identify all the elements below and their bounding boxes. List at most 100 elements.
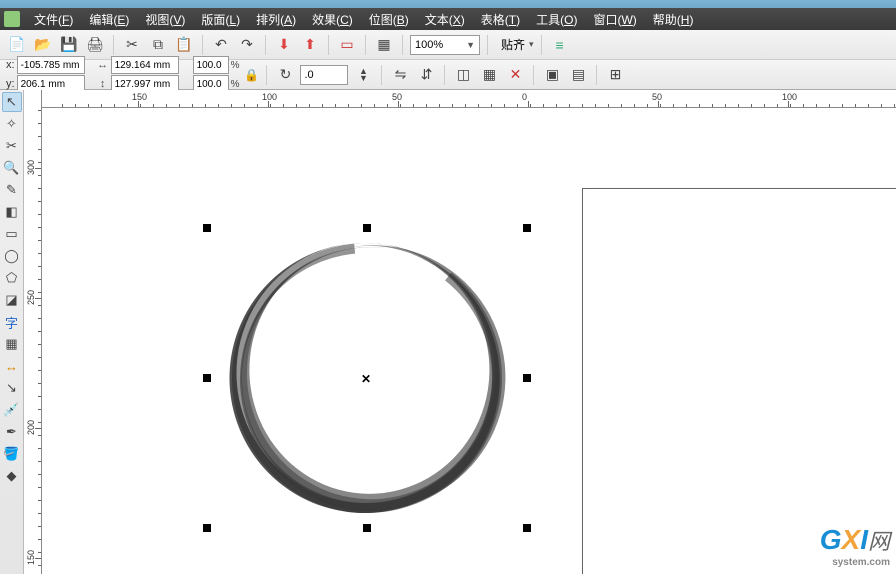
pick-tool[interactable]: ↖ bbox=[2, 92, 22, 112]
text-tool[interactable]: 字 bbox=[2, 312, 22, 332]
new-icon[interactable]: 📄 bbox=[6, 34, 28, 56]
crop-icon[interactable]: ✕ bbox=[504, 64, 526, 86]
table-tool[interactable]: ▦ bbox=[2, 334, 22, 354]
crop-tool[interactable]: ✂ bbox=[2, 136, 22, 156]
menu-c[interactable]: 效果(C) bbox=[304, 11, 361, 28]
dimension-tool[interactable]: ↔ bbox=[2, 356, 22, 376]
connector-tool[interactable]: ↘ bbox=[2, 378, 22, 398]
separator bbox=[381, 65, 382, 85]
chevron-down-icon: ▼ bbox=[466, 40, 475, 50]
ellipse-tool[interactable]: ◯ bbox=[2, 246, 22, 266]
basic-shapes-tool[interactable]: ◪ bbox=[2, 290, 22, 310]
import-icon[interactable]: ⬇ bbox=[273, 34, 295, 56]
group-icon[interactable]: ▣ bbox=[541, 64, 563, 86]
align-icon[interactable]: ⊞ bbox=[604, 64, 626, 86]
paste-icon[interactable]: 📋 bbox=[173, 34, 195, 56]
resize-handle-br[interactable] bbox=[523, 524, 531, 532]
interactive-fill-tool[interactable]: ◆ bbox=[2, 466, 22, 486]
trace-icon[interactable]: ▦ bbox=[478, 64, 500, 86]
guidelines-icon[interactable]: ≡ bbox=[549, 34, 571, 56]
rotate-icon: ↻ bbox=[274, 64, 296, 86]
toolbox: ↖ ✧ ✂ 🔍 ✎ ◧ ▭ ◯ ⬠ ◪ 字 ▦ ↔ ↘ 💉 ✒ 🪣 ◆ bbox=[0, 90, 24, 574]
rectangle-tool[interactable]: ▭ bbox=[2, 224, 22, 244]
snap-icon[interactable]: ▭ bbox=[336, 34, 358, 56]
zoom-tool[interactable]: 🔍 bbox=[2, 158, 22, 178]
ungroup-icon[interactable]: ▤ bbox=[567, 64, 589, 86]
shape-tool[interactable]: ✧ bbox=[2, 114, 22, 134]
canvas[interactable]: ✕ bbox=[42, 108, 896, 574]
vertical-ruler[interactable]: 300250200150 bbox=[24, 90, 42, 574]
ruler-tick: 150 bbox=[132, 92, 147, 102]
menu-a[interactable]: 排列(A) bbox=[248, 11, 304, 28]
titlebar bbox=[0, 0, 896, 8]
separator bbox=[365, 35, 366, 55]
x-input[interactable]: -105.785 mm bbox=[17, 56, 85, 74]
separator bbox=[265, 35, 266, 55]
selected-object[interactable]: ✕ bbox=[207, 228, 527, 528]
separator bbox=[402, 35, 403, 55]
resize-handle-tr[interactable] bbox=[523, 224, 531, 232]
percent-label: % bbox=[231, 79, 240, 90]
freehand-tool[interactable]: ✎ bbox=[2, 180, 22, 200]
percent-label: % bbox=[231, 60, 240, 71]
chevron-down-icon[interactable]: ▾ bbox=[529, 39, 534, 50]
fill-tool[interactable]: 🪣 bbox=[2, 444, 22, 464]
menu-f[interactable]: 文件(F) bbox=[26, 11, 81, 28]
polygon-tool[interactable]: ⬠ bbox=[2, 268, 22, 288]
mirror-v-icon[interactable]: ⇵ bbox=[415, 64, 437, 86]
ruler-tick: 100 bbox=[782, 92, 797, 102]
zoom-combo[interactable]: 100% ▼ bbox=[410, 35, 480, 55]
menu-o[interactable]: 工具(O) bbox=[528, 11, 585, 28]
resize-handle-mr[interactable] bbox=[523, 374, 531, 382]
page-boundary bbox=[582, 188, 896, 574]
menu-b[interactable]: 位图(B) bbox=[361, 11, 417, 28]
menu-w[interactable]: 窗口(W) bbox=[585, 11, 644, 28]
options-icon[interactable]: ▦ bbox=[373, 34, 395, 56]
menubar: 文件(F)编辑(E)视图(V)版面(L)排列(A)效果(C)位图(B)文本(X)… bbox=[0, 8, 896, 30]
separator bbox=[444, 65, 445, 85]
snap-label[interactable]: 贴齐 bbox=[501, 36, 525, 53]
center-marker: ✕ bbox=[361, 372, 371, 386]
ruler-tick: 50 bbox=[652, 92, 662, 102]
separator bbox=[541, 35, 542, 55]
resize-handle-tm[interactable] bbox=[363, 224, 371, 232]
mirror-h-icon[interactable]: ⇋ bbox=[389, 64, 411, 86]
x-label: x: bbox=[6, 59, 15, 71]
undo-icon[interactable]: ↶ bbox=[210, 34, 232, 56]
resize-handle-bl[interactable] bbox=[203, 524, 211, 532]
print-icon[interactable]: 🖨 bbox=[84, 34, 106, 56]
property-bar: x: -105.785 mm y: 206.1 mm ↔ 129.164 mm … bbox=[0, 60, 896, 90]
separator bbox=[328, 35, 329, 55]
smart-fill-tool[interactable]: ◧ bbox=[2, 202, 22, 222]
menu-h[interactable]: 帮助(H) bbox=[645, 11, 702, 28]
resize-handle-tl[interactable] bbox=[203, 224, 211, 232]
resize-handle-ml[interactable] bbox=[203, 374, 211, 382]
menu-v[interactable]: 视图(V) bbox=[137, 11, 193, 28]
ruler-tick: 100 bbox=[262, 92, 277, 102]
width-input[interactable]: 129.164 mm bbox=[111, 56, 179, 74]
wrap-icon[interactable]: ◫ bbox=[452, 64, 474, 86]
menu-e[interactable]: 编辑(E) bbox=[81, 11, 137, 28]
menu-x[interactable]: 文本(X) bbox=[417, 11, 473, 28]
rotation-input[interactable]: .0 bbox=[300, 65, 348, 85]
lock-icon[interactable]: 🔒 bbox=[243, 68, 259, 82]
redo-icon[interactable]: ↷ bbox=[236, 34, 258, 56]
separator bbox=[487, 35, 488, 55]
outline-tool[interactable]: ✒ bbox=[2, 422, 22, 442]
save-icon[interactable]: 💾 bbox=[58, 34, 80, 56]
scale-w-input[interactable]: 100.0 bbox=[193, 56, 229, 74]
app-icon bbox=[4, 11, 20, 27]
resize-handle-bm[interactable] bbox=[363, 524, 371, 532]
copy-icon[interactable]: ⧉ bbox=[147, 34, 169, 56]
export-icon[interactable]: ⬆ bbox=[299, 34, 321, 56]
open-icon[interactable]: 📂 bbox=[32, 34, 54, 56]
canvas-area: 15010050050100150 300250200150 bbox=[24, 90, 896, 574]
watermark-logo: GXI网 system.com bbox=[820, 524, 890, 568]
cut-icon[interactable]: ✂ bbox=[121, 34, 143, 56]
separator bbox=[596, 65, 597, 85]
eyedropper-tool[interactable]: 💉 bbox=[2, 400, 22, 420]
stepper-icon[interactable]: ▲▼ bbox=[352, 64, 374, 86]
horizontal-ruler[interactable]: 15010050050100150 bbox=[42, 90, 896, 108]
menu-t[interactable]: 表格(T) bbox=[473, 11, 528, 28]
menu-l[interactable]: 版面(L) bbox=[193, 11, 248, 28]
